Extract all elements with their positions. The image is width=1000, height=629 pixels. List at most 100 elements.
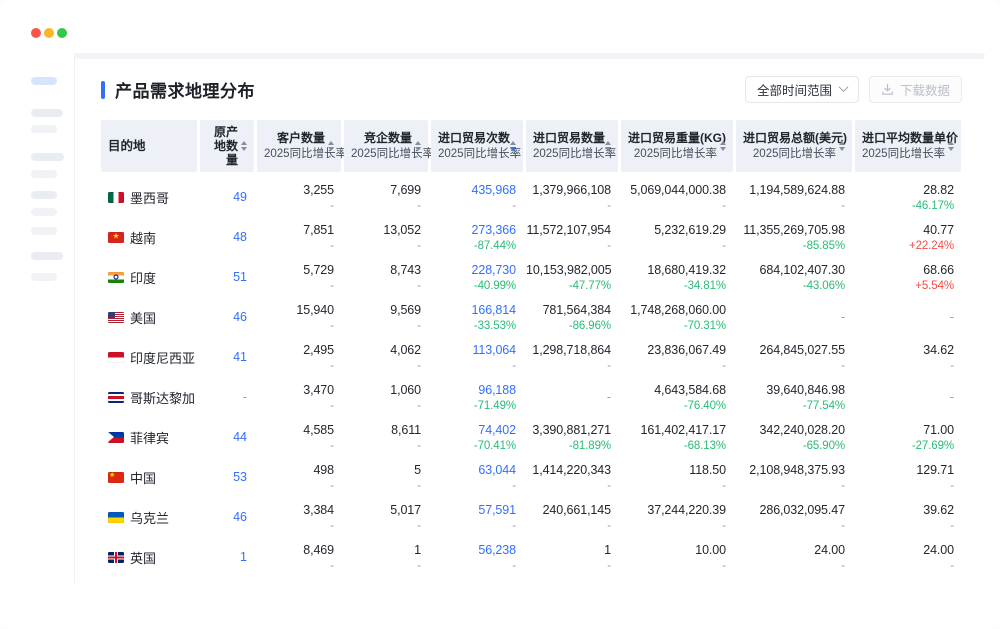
empty-value: - bbox=[950, 310, 954, 324]
origin-count-cell: 53 bbox=[200, 468, 254, 486]
origin-count-link[interactable]: 1 bbox=[240, 550, 247, 564]
table-row-us: 美国4615,940-9,569-166,814-33.53%781,564,3… bbox=[101, 297, 1000, 337]
download-data-button[interactable]: 下载数据 bbox=[869, 76, 962, 103]
metric-value[interactable]: 435,968 bbox=[431, 182, 516, 198]
growth-rate: -85.85% bbox=[736, 239, 845, 253]
sidebar-skeleton-bar[interactable] bbox=[31, 125, 57, 133]
sidebar-skeleton-bar[interactable] bbox=[31, 273, 57, 281]
origin-count-link[interactable]: 41 bbox=[233, 350, 247, 364]
sidebar-skeleton-bar[interactable] bbox=[31, 153, 64, 161]
growth-rate: - bbox=[855, 559, 954, 573]
import_avg_unit_price-cell: 68.66+5.54% bbox=[855, 262, 961, 293]
sidebar-skeleton-bar[interactable] bbox=[31, 191, 57, 199]
origin-count-link[interactable]: 46 bbox=[233, 310, 247, 324]
sort-desc-icon bbox=[839, 147, 845, 151]
sidebar-skeleton-bar[interactable] bbox=[31, 227, 57, 235]
sort-carets-icon bbox=[720, 141, 726, 151]
growth-rate: - bbox=[431, 519, 516, 533]
growth-rate: -87.44% bbox=[431, 239, 516, 253]
column-header-competitor_count[interactable]: 竞企数量2025同比增长率 bbox=[344, 120, 428, 172]
metric-value[interactable]: 228,730 bbox=[431, 262, 516, 278]
ph-flag-icon bbox=[108, 432, 124, 443]
ua-flag-icon bbox=[108, 512, 124, 523]
metric-value: 18,680,419.32 bbox=[621, 262, 726, 278]
sort-asc-icon bbox=[605, 141, 611, 145]
growth-rate: - bbox=[736, 199, 845, 213]
column-label: 进口贸易重量(KG) bbox=[628, 131, 717, 146]
column-sub-label: 2025同比增长率 bbox=[628, 147, 717, 161]
sidebar-skeleton-bar[interactable] bbox=[31, 208, 57, 216]
metric-value[interactable]: 57,591 bbox=[431, 502, 516, 518]
column-header-import_avg_unit_price[interactable]: 进口平均数量单价2025同比增长率 bbox=[855, 120, 961, 172]
sort-carets-icon bbox=[948, 141, 954, 151]
column-sub-label: 2025同比增长率 bbox=[351, 147, 412, 161]
metric-value[interactable]: 113,064 bbox=[431, 342, 516, 358]
import_avg_unit_price-cell: 40.77+22.24% bbox=[855, 222, 961, 253]
growth-rate: - bbox=[344, 559, 421, 573]
column-header-import_trade_count[interactable]: 进口贸易次数2025同比增长率 bbox=[431, 120, 523, 172]
time-range-select[interactable]: 全部时间范围 bbox=[745, 76, 859, 103]
metric-value: 1,379,966,108 bbox=[526, 182, 611, 198]
metric-value: 5,729 bbox=[257, 262, 334, 278]
origin-count-link[interactable]: 51 bbox=[233, 270, 247, 284]
metric-value[interactable]: 74,402 bbox=[431, 422, 516, 438]
sidebar-skeleton-bar[interactable] bbox=[31, 252, 63, 260]
column-header-import_trade_amount_usd[interactable]: 进口贸易总额(美元)2025同比增长率 bbox=[736, 120, 852, 172]
origin-count-link[interactable]: 48 bbox=[233, 230, 247, 244]
import_avg_unit_price-cell: 34.62- bbox=[855, 342, 961, 373]
origin-count-cell: 44 bbox=[200, 428, 254, 446]
competitor_count-cell: 13,052- bbox=[344, 222, 428, 253]
import_trade_amount_usd-cell: 264,845,027.55- bbox=[736, 342, 852, 373]
origin-count-link[interactable]: 49 bbox=[233, 190, 247, 204]
import_trade_weight_kg-cell: 5,069,044,000.38- bbox=[621, 182, 733, 213]
import_trade_count-cell: 63,044- bbox=[431, 462, 523, 493]
metric-value[interactable]: 166,814 bbox=[431, 302, 516, 318]
metric-value: 5,017 bbox=[344, 502, 421, 518]
import_trade_count-cell: 228,730-40.99% bbox=[431, 262, 523, 293]
zoom-button[interactable] bbox=[57, 28, 67, 38]
metric-value[interactable]: 56,238 bbox=[431, 542, 516, 558]
mx-flag-icon bbox=[108, 192, 124, 203]
origin-count-link[interactable]: 46 bbox=[233, 510, 247, 524]
growth-rate: - bbox=[344, 239, 421, 253]
sidebar-skeleton-bar-active[interactable] bbox=[31, 77, 57, 85]
sort-carets-icon bbox=[605, 141, 611, 151]
origin-count-cell: 1 bbox=[200, 548, 254, 566]
country-name: 越南 bbox=[130, 228, 156, 247]
import_trade_amount_usd-cell: - bbox=[736, 308, 852, 326]
growth-rate: -47.77% bbox=[526, 279, 611, 293]
import_trade_quantity-cell: - bbox=[526, 388, 618, 406]
metric-value: 3,470 bbox=[257, 382, 334, 398]
destination-cell: 印度 bbox=[101, 268, 197, 287]
sidebar-skeleton-bar[interactable] bbox=[31, 109, 63, 117]
column-header-origin_count[interactable]: 原产地数量 bbox=[200, 120, 254, 172]
growth-rate: - bbox=[736, 479, 845, 493]
growth-rate: - bbox=[344, 279, 421, 293]
growth-rate: -27.69% bbox=[855, 439, 954, 453]
metric-value: 286,032,095.47 bbox=[736, 502, 845, 518]
growth-rate: - bbox=[431, 559, 516, 573]
origin-count-link[interactable]: 44 bbox=[233, 430, 247, 444]
sidebar-skeleton-bar[interactable] bbox=[31, 170, 57, 178]
import_trade_count-cell: 273,366-87.44% bbox=[431, 222, 523, 253]
import_trade_amount_usd-cell: 684,102,407.30-43.06% bbox=[736, 262, 852, 293]
metric-value[interactable]: 96,188 bbox=[431, 382, 516, 398]
growth-rate: - bbox=[736, 519, 845, 533]
import_trade_amount_usd-cell: 1,194,589,624.88- bbox=[736, 182, 852, 213]
growth-rate: -43.06% bbox=[736, 279, 845, 293]
origin-count-link[interactable]: 53 bbox=[233, 470, 247, 484]
column-header-customer_count[interactable]: 客户数量2025同比增长率 bbox=[257, 120, 341, 172]
origin-count-cell: 49 bbox=[200, 188, 254, 206]
metric-value[interactable]: 63,044 bbox=[431, 462, 516, 478]
metric-value: 8,469 bbox=[257, 542, 334, 558]
metric-value: 37,244,220.39 bbox=[621, 502, 726, 518]
table-row-vn: 越南487,851-13,052-273,366-87.44%11,572,10… bbox=[101, 217, 1000, 257]
column-header-import_trade_weight_kg[interactable]: 进口贸易重量(KG)2025同比增长率 bbox=[621, 120, 733, 172]
column-header-import_trade_quantity[interactable]: 进口贸易数量2025同比增长率 bbox=[526, 120, 618, 172]
metric-value[interactable]: 273,366 bbox=[431, 222, 516, 238]
close-button[interactable] bbox=[31, 28, 41, 38]
metric-value: 11,355,269,705.98 bbox=[736, 222, 845, 238]
geo-table: 目的地原产地数量客户数量2025同比增长率竞企数量2025同比增长率进口贸易次数… bbox=[101, 120, 1000, 577]
empty-value: - bbox=[841, 310, 845, 324]
minimize-button[interactable] bbox=[44, 28, 54, 38]
